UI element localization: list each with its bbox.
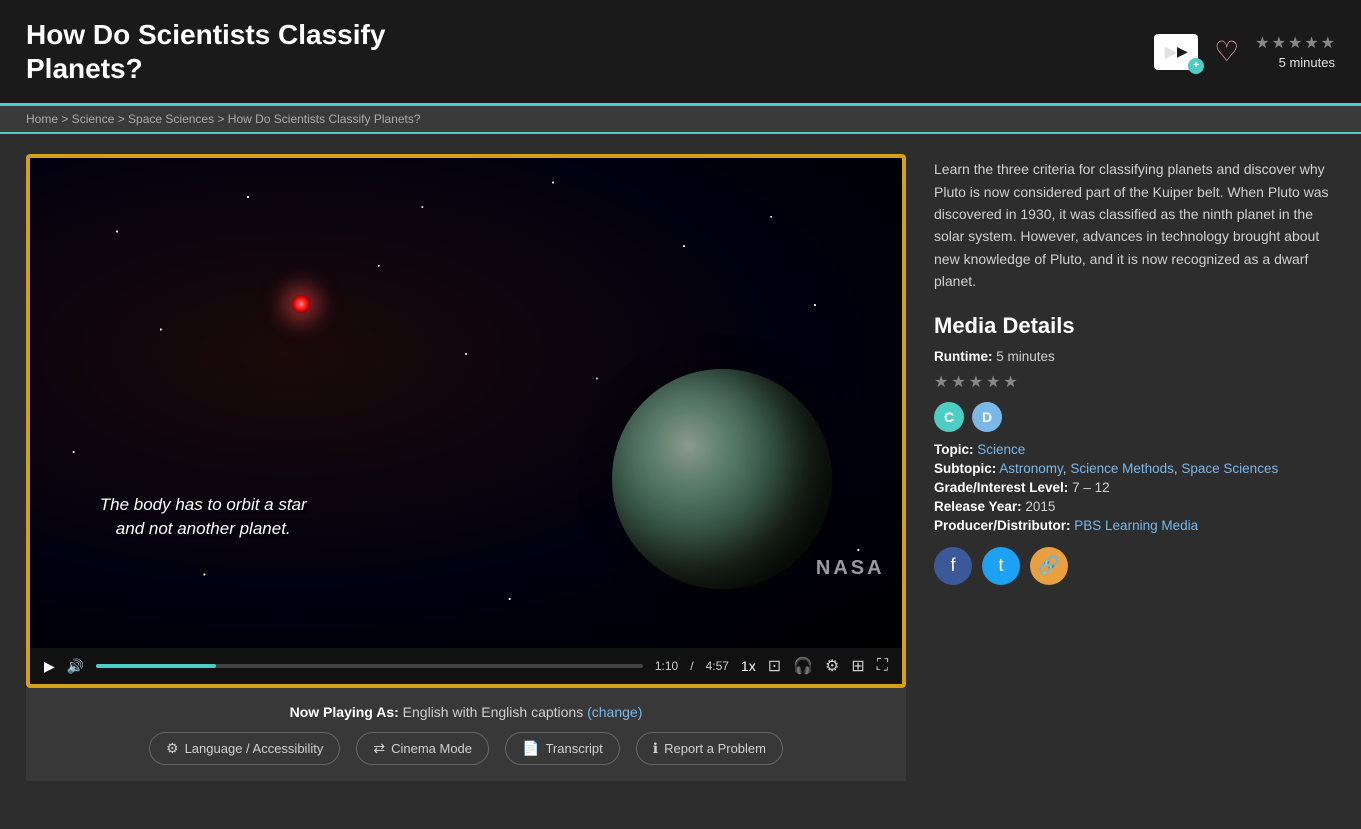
subtitle-text: The body has to orbit a starand not anot… [100,495,307,538]
now-playing-value: English with English captions [403,704,584,720]
language-accessibility-button[interactable]: ⚙ Language / Accessibility [149,732,340,765]
star-rating-display[interactable]: ★ ★ ★ ★ ★ [1255,33,1335,53]
captions-button[interactable]: ⊡ [768,656,781,676]
header-controls: ▶ + ♡ ★ ★ ★ ★ ★ 5 minutes [1154,33,1335,70]
title-line2: Planets? [26,53,143,84]
now-playing-label: Now Playing As: [290,704,399,720]
total-time: 4:57 [706,659,729,673]
subtopic-science-methods[interactable]: Science Methods [1070,461,1174,476]
twitter-icon: t [998,555,1003,576]
link-icon: 🔗 [1038,555,1060,576]
speed-button[interactable]: 1x [741,658,756,674]
gear-icon: ⚙ [166,740,179,757]
badge-d: D [972,402,1002,432]
video-controls: ▶ 🔊 1:10 / 4:57 1x ⊡ 🎧 ⚙ ⊞ ⛶ [30,648,902,684]
topic-link[interactable]: Science [977,442,1025,457]
play-pause-button[interactable]: ▶ [44,658,55,675]
copy-link-button[interactable]: 🔗 [1030,547,1068,585]
subtopic-label: Subtopic: [934,461,996,476]
media-star-rating[interactable]: ★ ★ ★ ★ ★ [934,372,1335,392]
page-header: How Do Scientists Classify Planets? ▶ + … [0,0,1361,106]
producer-label: Producer/Distributor: [934,518,1071,533]
media-details-title: Media Details [934,313,1335,339]
favorite-button[interactable]: ♡ [1214,35,1239,68]
subtopic-astronomy[interactable]: Astronomy [999,461,1063,476]
star-5[interactable]: ★ [1321,33,1335,53]
video-screen[interactable]: The body has to orbit a starand not anot… [30,158,902,648]
facebook-icon: f [950,555,955,576]
play-icon: ▶ [1165,42,1177,62]
media-star-4[interactable]: ★ [986,372,1000,392]
title-line1: How Do Scientists Classify [26,19,385,50]
topic-label: Topic: [934,442,974,457]
star-2[interactable]: ★ [1272,33,1286,53]
badges-row: C D [934,402,1335,432]
progress-bar-fill [96,664,216,668]
transcript-button[interactable]: 📄 Transcript [505,732,620,765]
settings-button[interactable]: ⚙ [825,656,839,676]
add-badge: + [1188,58,1204,74]
producer-link[interactable]: PBS Learning Media [1074,518,1198,533]
info-icon: ℹ [653,740,658,757]
video-subtitle: The body has to orbit a starand not anot… [100,493,307,541]
topic-row: Topic: Science [934,442,1335,457]
cinema-mode-label: Cinema Mode [391,741,472,756]
breadcrumb: Home > Science > Space Sciences > How Do… [0,106,1361,134]
cinema-icon: ⇄ [373,740,385,757]
runtime-value: 5 minutes [996,349,1055,364]
breadcrumb-text: Home > Science > Space Sciences > How Do… [26,112,421,126]
header-duration: 5 minutes [1279,55,1335,70]
change-language-link[interactable]: (change) [587,704,642,720]
media-star-2[interactable]: ★ [951,372,965,392]
release-row: Release Year: 2015 [934,499,1335,514]
add-to-playlist-button[interactable]: ▶ + [1154,34,1198,70]
report-problem-label: Report a Problem [664,741,766,756]
report-problem-button[interactable]: ℹ Report a Problem [636,732,783,765]
planet-decoration [612,369,832,589]
media-star-1[interactable]: ★ [934,372,948,392]
producer-row: Producer/Distributor: PBS Learning Media [934,518,1335,533]
media-star-3[interactable]: ★ [969,372,983,392]
media-star-5[interactable]: ★ [1003,372,1017,392]
time-separator: / [690,659,693,673]
language-accessibility-label: Language / Accessibility [185,741,324,756]
runtime-row: Runtime: 5 minutes [934,349,1335,364]
main-content: The body has to orbit a starand not anot… [0,134,1361,801]
fullscreen-button[interactable]: ⛶ [877,657,888,675]
video-description: Learn the three criteria for classifying… [934,158,1335,292]
page-title: How Do Scientists Classify Planets? [26,18,385,85]
release-label: Release Year: [934,499,1022,514]
subtopic-space-sciences[interactable]: Space Sciences [1181,461,1278,476]
volume-button[interactable]: 🔊 [67,658,84,675]
grade-value: 7 – 12 [1072,480,1110,495]
star-1[interactable]: ★ [1255,33,1269,53]
bottom-bar: Now Playing As: English with English cap… [26,688,906,781]
info-section: Learn the three criteria for classifying… [934,154,1335,781]
facebook-share-button[interactable]: f [934,547,972,585]
nasa-watermark: NASA [816,557,885,580]
header-rating: ★ ★ ★ ★ ★ 5 minutes [1255,33,1335,70]
badge-c: C [934,402,964,432]
grade-label: Grade/Interest Level: [934,480,1068,495]
runtime-label: Runtime: [934,349,993,364]
video-section: The body has to orbit a starand not anot… [26,154,906,781]
star-4[interactable]: ★ [1304,33,1318,53]
release-value: 2015 [1025,499,1055,514]
cinema-mode-button[interactable]: ⇄ Cinema Mode [356,732,489,765]
subtopic-row: Subtopic: Astronomy, Science Methods, Sp… [934,461,1335,476]
star-3[interactable]: ★ [1288,33,1302,53]
pip-button[interactable]: ⊞ [851,656,864,676]
now-playing-info: Now Playing As: English with English cap… [52,704,880,720]
bottom-actions: ⚙ Language / Accessibility ⇄ Cinema Mode… [52,732,880,765]
current-time: 1:10 [655,659,678,673]
video-wrapper: The body has to orbit a starand not anot… [26,154,906,688]
transcript-icon: 📄 [522,740,539,757]
headphones-button[interactable]: 🎧 [793,656,813,676]
red-star-decoration [292,295,310,313]
progress-bar-container[interactable] [96,664,643,668]
transcript-label: Transcript [545,741,602,756]
grade-row: Grade/Interest Level: 7 – 12 [934,480,1335,495]
twitter-share-button[interactable]: t [982,547,1020,585]
social-row: f t 🔗 [934,547,1335,585]
